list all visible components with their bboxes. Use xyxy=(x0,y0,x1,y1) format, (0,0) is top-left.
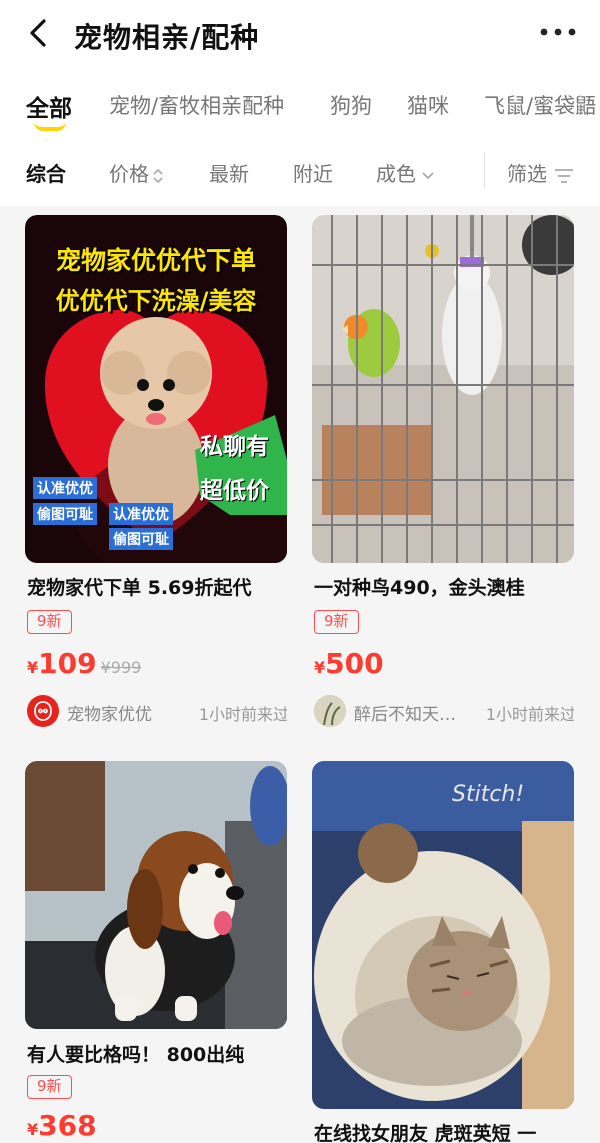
currency-symbol: ¥ xyxy=(314,658,326,677)
filter-price[interactable]: 价格 xyxy=(109,158,164,187)
currency-symbol: ¥ xyxy=(27,658,39,677)
divider xyxy=(484,152,485,188)
active-tab-indicator xyxy=(34,122,66,131)
category-tabs: 全部 宠物/畜牧相亲配种 狗狗 猫咪 飞鼠/蜜袋鼯 xyxy=(0,70,600,136)
tab-sugar-glider[interactable]: 飞鼠/蜜袋鼯 xyxy=(484,90,596,120)
watermark-2a: 认准优优 xyxy=(109,503,173,525)
currency-symbol: ¥ xyxy=(27,1120,39,1139)
product-card[interactable]: Stitch! 在线找女朋友 虎斑英短 一 xyxy=(312,761,574,1143)
beagle-photo xyxy=(25,761,287,1029)
svg-text:Stitch!: Stitch! xyxy=(452,782,524,807)
price: ¥500 xyxy=(314,647,384,680)
product-image-beagle[interactable] xyxy=(25,761,287,1029)
product-card[interactable]: 有人要比格吗！ 800出纯 9新 ¥368 xyxy=(25,761,287,1143)
filter-screen-label: 筛选 xyxy=(507,162,547,186)
price: ¥109 ¥999 xyxy=(27,647,141,680)
tab-pet-livestock-matching[interactable]: 宠物/畜牧相亲配种 xyxy=(109,90,284,120)
poster-badge-line-2: 超低价 xyxy=(200,478,269,504)
more-dots-icon[interactable] xyxy=(538,22,578,42)
poster-line-2: 优优代下洗澡/美容 xyxy=(55,287,257,315)
product-card[interactable]: 一对种鸟490，金头澳桂 9新 ¥500 醉后不知天… 1小时前来过 xyxy=(312,215,574,730)
filter-price-label: 价格 xyxy=(109,162,149,186)
seller-name: 醉后不知天… xyxy=(354,705,456,725)
price-value: 500 xyxy=(325,647,384,680)
poster-badge-line-1: 私聊有 xyxy=(200,434,269,460)
product-title[interactable]: 有人要比格吗！ 800出纯 xyxy=(27,1040,287,1067)
watermark-1a: 认准优优 xyxy=(33,477,97,499)
tab-cats[interactable]: 猫咪 xyxy=(407,90,449,120)
poster-line-1: 宠物家优优代下单 xyxy=(55,246,256,275)
tab-dogs[interactable]: 狗狗 xyxy=(330,90,372,120)
seller-name: 宠物家优优 xyxy=(67,705,152,725)
page-title: 宠物相亲/配种 xyxy=(74,21,260,54)
last-active: 1小时前来过 xyxy=(198,705,287,724)
seller-row[interactable]: 醉后不知天… 1小时前来过 xyxy=(314,695,574,727)
original-price: ¥999 xyxy=(100,658,142,677)
chevron-down-icon xyxy=(422,171,434,179)
watermark-1b: 偷图可耻 xyxy=(33,503,97,525)
last-active: 1小时前来过 xyxy=(485,705,574,724)
filter-condition-label: 成色 xyxy=(376,162,416,186)
watermark-2b: 偷图可耻 xyxy=(109,528,173,550)
product-title[interactable]: 宠物家代下单 5.69折起代 xyxy=(27,573,287,600)
product-image-tabby-cat[interactable]: Stitch! xyxy=(312,761,574,1109)
filter-bar: 综合 价格 最新 附近 成色 筛选 xyxy=(0,136,600,206)
filter-comprehensive[interactable]: 综合 xyxy=(26,158,66,187)
product-card[interactable]: 宠物家优优代下单 优优代下洗澡/美容 私聊有 超低价 认准优优 偷图可耻 认准优… xyxy=(25,215,287,730)
product-title[interactable]: 一对种鸟490，金头澳桂 xyxy=(314,573,574,600)
seller-avatar xyxy=(27,695,59,727)
sort-updown-icon xyxy=(153,168,163,183)
seller-avatar xyxy=(314,695,346,727)
price-value: 368 xyxy=(38,1109,97,1142)
filter-nearby[interactable]: 附近 xyxy=(293,158,333,187)
filter-condition[interactable]: 成色 xyxy=(376,158,436,187)
tabby-cat-photo: Stitch! xyxy=(312,761,574,1109)
condition-badge: 9新 xyxy=(27,610,72,634)
price-value: 109 xyxy=(38,647,97,680)
condition-badge: 9新 xyxy=(314,610,359,634)
filter-screen[interactable]: 筛选 xyxy=(507,158,575,187)
price: ¥368 xyxy=(27,1109,97,1142)
condition-badge: 9新 xyxy=(27,1075,72,1099)
product-title[interactable]: 在线找女朋友 虎斑英短 一 xyxy=(314,1119,574,1143)
filter-lines-icon xyxy=(555,168,573,183)
tab-all[interactable]: 全部 xyxy=(26,89,72,123)
product-image-poodle[interactable]: 宠物家优优代下单 优优代下洗澡/美容 私聊有 超低价 认准优优 偷图可耻 认准优… xyxy=(25,215,287,563)
filter-newest[interactable]: 最新 xyxy=(209,158,249,187)
parrot-photo xyxy=(312,215,574,563)
back-icon[interactable] xyxy=(22,16,56,50)
seller-row[interactable]: 宠物家优优 1小时前来过 xyxy=(27,695,287,727)
product-image-parrot[interactable] xyxy=(312,215,574,563)
top-bar: 宠物相亲/配种 xyxy=(0,0,600,70)
